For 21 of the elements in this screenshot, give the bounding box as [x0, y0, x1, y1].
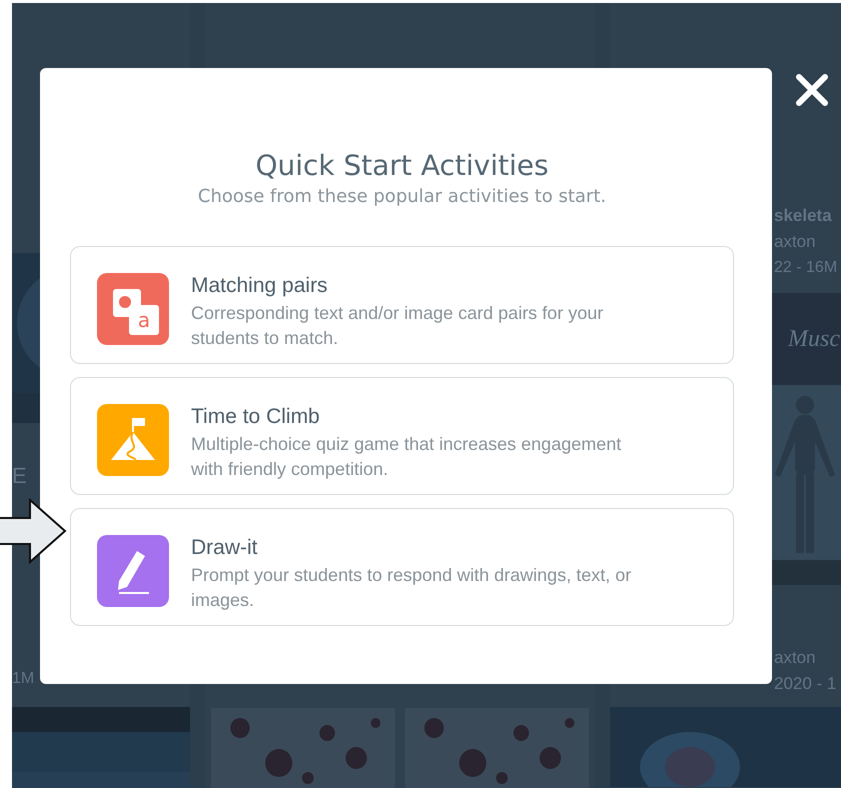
arrow-icon [0, 498, 68, 566]
dialog-title: Quick Start Activities [255, 148, 549, 184]
banner-title: Musc [786, 326, 840, 352]
activity-card[interactable]: a Matching pairs Corresponding text and/or image card pairs for your students to match. [70, 246, 734, 364]
card-title: E [12, 463, 28, 489]
activity-title: Draw-it [191, 535, 258, 561]
author-name: axton [773, 647, 817, 669]
author-name: axton [773, 231, 817, 253]
activity-title: Matching pairs [191, 273, 329, 299]
dialog-subtitle: Choose from these popular activities to start. [198, 185, 606, 209]
activity-card[interactable]: Draw-it Prompt your students to respond with drawings, text, or images. [70, 508, 734, 626]
date-text: 22 - 16M [773, 258, 838, 278]
cards-icon: a [97, 273, 169, 345]
activity-description: Prompt your students to respond with drawings, text, or images. [191, 564, 632, 612]
activity-description: Corresponding text and/or image card pairs for your students to match. [191, 302, 604, 350]
activity-title: Time to Climb [191, 404, 321, 430]
card-title: skeleta [773, 205, 833, 227]
file-size: 1M [12, 669, 36, 689]
activity-card[interactable]: Time to Climb Multiple-choice quiz game that increases engagement with friendly competition. [70, 377, 734, 495]
activity-description: Multiple-choice quiz game that increases engagement with friendly competition. [191, 433, 622, 481]
date-text: 2020 - 1 [773, 673, 838, 695]
